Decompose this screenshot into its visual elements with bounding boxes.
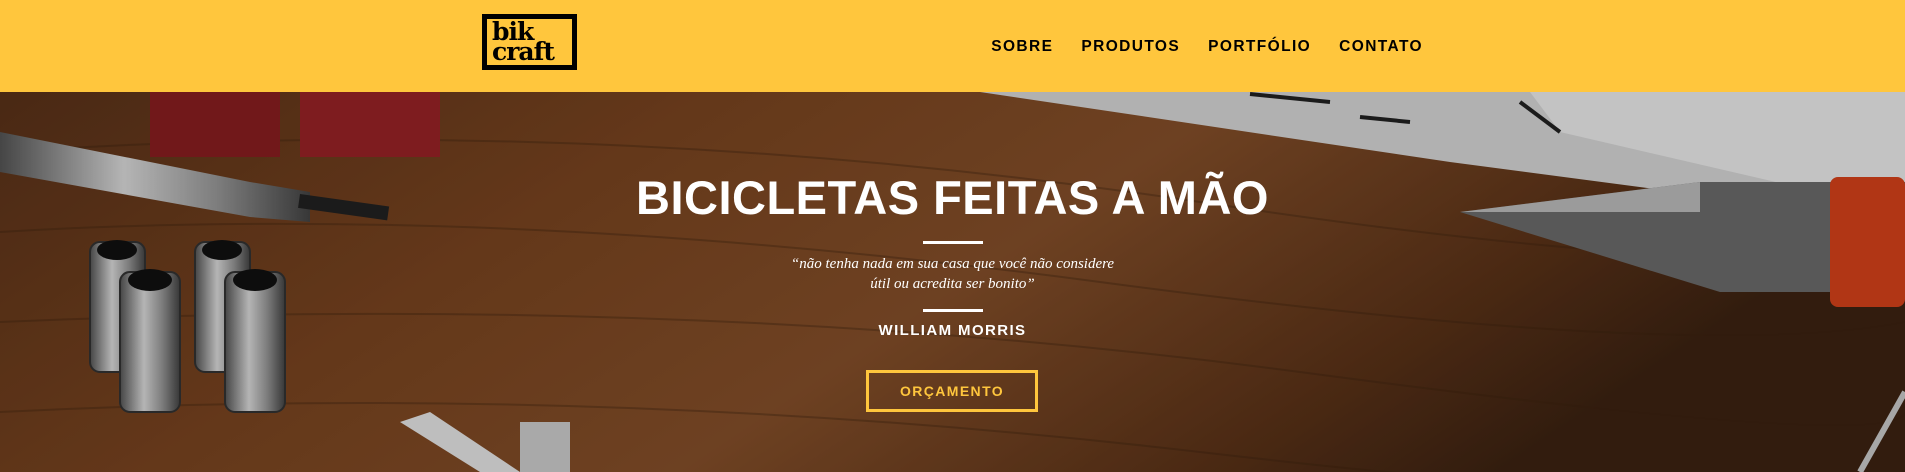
quote-line-1: “não tenha nada em sua casa que você não… xyxy=(790,256,1115,272)
hero-quote: “não tenha nada em sua casa que você não… xyxy=(0,254,1905,294)
logo-text-line2: craft xyxy=(492,37,555,66)
site-header: bik craft SOBRE PRODUTOS PORTFÓLIO CONTA… xyxy=(0,0,1905,92)
nav-link-produtos[interactable]: PRODUTOS xyxy=(1081,37,1180,57)
nav-link-portfolio[interactable]: PORTFÓLIO xyxy=(1208,37,1311,57)
quote-author: WILLIAM MORRIS xyxy=(878,322,1027,339)
quote-divider xyxy=(923,309,983,312)
logo[interactable]: bik craft xyxy=(482,14,577,70)
main-nav: SOBRE PRODUTOS PORTFÓLIO CONTATO xyxy=(991,37,1423,57)
hero-title: BICICLETAS FEITAS A MÃO xyxy=(636,171,1269,224)
hero-section: BICICLETAS FEITAS A MÃO “não tenha nada … xyxy=(0,92,1905,472)
nav-link-sobre[interactable]: SOBRE xyxy=(991,37,1053,57)
nav-link-contato[interactable]: CONTATO xyxy=(1339,37,1423,57)
orcamento-button[interactable]: ORÇAMENTO xyxy=(866,370,1038,412)
quote-line-2: útil ou acredita ser bonito” xyxy=(870,276,1035,292)
title-divider xyxy=(923,241,983,244)
